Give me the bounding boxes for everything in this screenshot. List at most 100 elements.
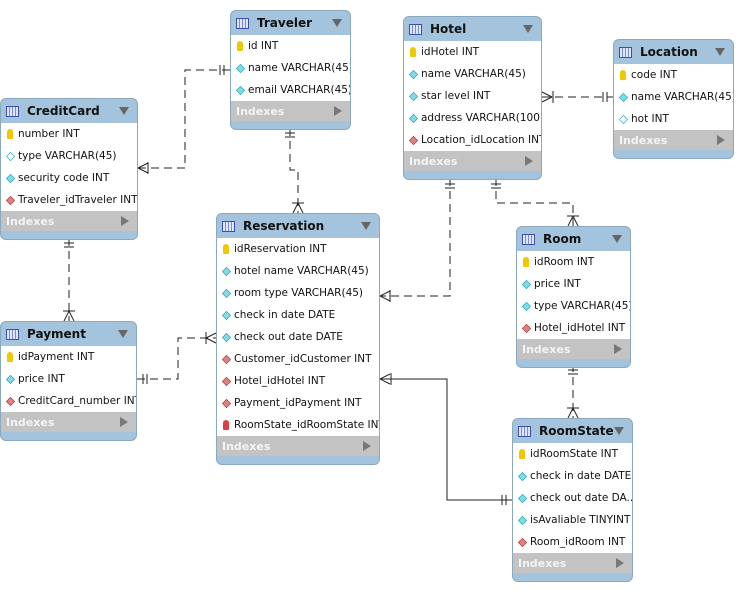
column-row[interactable]: address VARCHAR(100): [404, 107, 541, 129]
table-payment[interactable]: Payment idPayment INT price INT CreditCard…: [0, 321, 137, 441]
collapse-arrow-icon[interactable]: [715, 48, 725, 56]
table-reservation[interactable]: Reservation idReservation INT hotel name …: [216, 213, 380, 465]
column-row[interactable]: name VARCHAR(45): [231, 57, 350, 79]
collapse-arrow-icon[interactable]: [612, 235, 622, 243]
column-row[interactable]: isAvaliable TINYINT: [513, 509, 632, 531]
column-row[interactable]: code INT: [614, 64, 733, 86]
column-row[interactable]: idRoom INT: [517, 251, 630, 273]
expand-arrow-icon[interactable]: [334, 106, 342, 116]
column-row[interactable]: hot INT: [614, 108, 733, 130]
column-row[interactable]: Traveler_idTraveler INT: [1, 189, 137, 211]
column-row[interactable]: Customer_idCustomer INT: [217, 348, 379, 370]
column-row[interactable]: check in date DATE: [217, 304, 379, 326]
column-list: code INT name VARCHAR(45) hot INT: [614, 64, 733, 130]
column-row[interactable]: idRoomState INT: [513, 443, 632, 465]
rel-traveler-reservation[interactable]: [289, 128, 299, 213]
expand-arrow-icon[interactable]: [717, 135, 725, 145]
collapse-arrow-icon[interactable]: [523, 25, 533, 33]
table-header[interactable]: Reservation: [217, 214, 379, 238]
column-row[interactable]: idHotel INT: [404, 41, 541, 63]
column-diamond-icon: [221, 310, 232, 320]
table-roomstate[interactable]: RoomState idRoomState INT check in date D…: [512, 418, 633, 582]
table-header[interactable]: Hotel: [404, 17, 541, 41]
column-label: check out date DA...: [530, 492, 632, 504]
table-header[interactable]: Room: [517, 227, 630, 251]
indexes-section[interactable]: Indexes: [404, 151, 541, 171]
primary-key-icon: [523, 257, 529, 267]
collapse-arrow-icon[interactable]: [361, 222, 371, 230]
column-row[interactable]: RoomState_idRoomState INT: [217, 414, 379, 436]
column-row[interactable]: room type VARCHAR(45): [217, 282, 379, 304]
column-row[interactable]: Hotel_idHotel INT: [517, 317, 630, 339]
collapse-arrow-icon[interactable]: [119, 107, 129, 115]
table-location[interactable]: Location code INT name VARCHAR(45) hot INT…: [613, 39, 734, 159]
indexes-section[interactable]: Indexes: [231, 101, 350, 121]
expand-arrow-icon[interactable]: [121, 216, 129, 226]
column-label: type VARCHAR(45): [18, 150, 117, 162]
table-room[interactable]: Room idRoom INT price INT type VARCHAR(45)…: [516, 226, 631, 368]
expand-arrow-icon[interactable]: [614, 344, 622, 354]
expand-arrow-icon[interactable]: [616, 558, 624, 568]
column-row[interactable]: price INT: [1, 368, 136, 390]
collapse-arrow-icon[interactable]: [332, 19, 342, 27]
indexes-section[interactable]: Indexes: [513, 553, 632, 573]
column-row[interactable]: CreditCard_number INT: [1, 390, 136, 412]
expand-arrow-icon[interactable]: [363, 441, 371, 451]
column-row[interactable]: name VARCHAR(45): [614, 86, 733, 108]
table-hotel[interactable]: Hotel idHotel INT name VARCHAR(45) star le…: [403, 16, 542, 180]
column-row[interactable]: Room_idRoom INT: [513, 531, 632, 553]
column-diamond-icon: [618, 92, 629, 102]
column-diamond-icon: [521, 301, 532, 311]
table-header[interactable]: Location: [614, 40, 733, 64]
column-row[interactable]: star level INT: [404, 85, 541, 107]
indexes-section[interactable]: Indexes: [217, 436, 379, 456]
column-row[interactable]: check in date DATE: [513, 465, 632, 487]
table-header[interactable]: Traveler: [231, 11, 350, 35]
table-header[interactable]: Payment: [1, 322, 136, 346]
table-creditcard[interactable]: CreditCard number INT type VARCHAR(45) sec…: [0, 98, 138, 240]
column-row[interactable]: Payment_idPayment INT: [217, 392, 379, 414]
column-row[interactable]: Hotel_idHotel INT: [217, 370, 379, 392]
column-label: name VARCHAR(45): [631, 91, 733, 103]
column-row[interactable]: idReservation INT: [217, 238, 379, 260]
collapse-arrow-icon[interactable]: [118, 330, 128, 338]
table-name: RoomState: [539, 424, 614, 438]
rel-payment-reservation[interactable]: [137, 337, 216, 380]
column-row[interactable]: Location_idLocation INT: [404, 129, 541, 151]
rel-roomstate-reservation[interactable]: [379, 373, 512, 505]
column-label: idRoomState INT: [530, 448, 618, 460]
column-row[interactable]: idPayment INT: [1, 346, 136, 368]
indexes-section[interactable]: Indexes: [614, 130, 733, 150]
indexes-section[interactable]: Indexes: [517, 339, 630, 359]
column-row[interactable]: hotel name VARCHAR(45): [217, 260, 379, 282]
indexes-label: Indexes: [6, 415, 55, 429]
rel-hotel-room[interactable]: [495, 178, 574, 226]
column-row[interactable]: check out date DA...: [513, 487, 632, 509]
expand-arrow-icon[interactable]: [525, 156, 533, 166]
column-label: hot INT: [631, 113, 669, 125]
table-name: Reservation: [243, 219, 325, 233]
column-row[interactable]: number INT: [1, 123, 137, 145]
table-traveler[interactable]: Traveler id INT name VARCHAR(45) email VAR…: [230, 10, 351, 130]
table-icon: [222, 220, 235, 232]
column-row[interactable]: type VARCHAR(45): [1, 145, 137, 167]
collapse-arrow-icon[interactable]: [614, 427, 624, 435]
foreign-key-diamond-icon: [517, 537, 528, 547]
column-row[interactable]: type VARCHAR(45): [517, 295, 630, 317]
column-row[interactable]: security code INT: [1, 167, 137, 189]
indexes-section[interactable]: Indexes: [1, 211, 137, 231]
column-label: check in date DATE: [530, 470, 632, 482]
column-row[interactable]: check out date DATE: [217, 326, 379, 348]
expand-arrow-icon[interactable]: [120, 417, 128, 427]
column-diamond-icon: [235, 85, 246, 95]
column-row[interactable]: price INT: [517, 273, 630, 295]
column-row[interactable]: name VARCHAR(45): [404, 63, 541, 85]
rel-traveler-creditcard[interactable]: [138, 69, 230, 169]
column-row[interactable]: id INT: [231, 35, 350, 57]
table-header[interactable]: RoomState: [513, 419, 632, 443]
indexes-section[interactable]: Indexes: [1, 412, 136, 432]
column-row[interactable]: email VARCHAR(45): [231, 79, 350, 101]
rel-hotel-reservation[interactable]: [380, 178, 451, 297]
table-header[interactable]: CreditCard: [1, 99, 137, 123]
column-label: room type VARCHAR(45): [234, 287, 364, 299]
